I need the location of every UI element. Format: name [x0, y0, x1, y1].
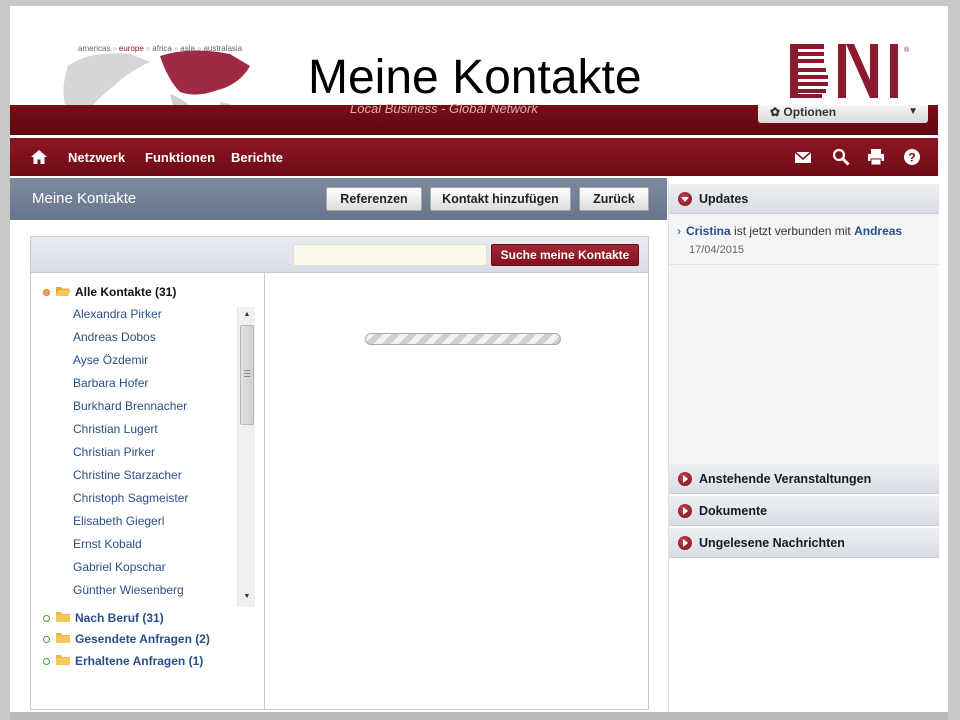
collapse-dot-icon	[43, 289, 50, 297]
updates-title: Updates	[699, 192, 749, 206]
documents-title: Dokumente	[699, 504, 768, 518]
contacts-tree: Alle Kontakte (31) Alexandra Pirker Andr…	[31, 273, 265, 709]
update-from-link[interactable]: Cristina	[686, 224, 731, 238]
expand-icon	[678, 504, 692, 518]
tree-node-label: Nach Beruf (31)	[75, 611, 164, 625]
contacts-panel: Suche meine Kontakte Alle Kontakte (31) …	[30, 236, 649, 710]
continent-links: americas» europe» africa» asia» australasia	[78, 44, 243, 53]
contact-item[interactable]: Barbara Hofer	[73, 376, 148, 390]
update-to-link[interactable]: Andreas	[854, 224, 902, 238]
search-contacts-button[interactable]: Suche meine Kontakte	[491, 244, 639, 266]
contact-item[interactable]: Ayse Özdemir	[73, 353, 148, 367]
site-banner: Local Business - Global Network ✿ Option…	[10, 101, 938, 135]
scroll-thumb[interactable]	[240, 325, 254, 425]
bni-logo: ®	[786, 42, 916, 104]
contact-item[interactable]: Andreas Dobos	[73, 330, 156, 344]
collapse-icon	[678, 192, 692, 206]
contact-item[interactable]: Gabriel Kopschar	[73, 560, 166, 574]
registered-mark: ®	[904, 46, 910, 54]
expand-dot-icon	[43, 615, 50, 623]
slide: americas» europe» africa» asia» australasia …	[10, 6, 948, 714]
scroll-up-icon[interactable]: ▲	[238, 307, 256, 323]
contact-item[interactable]: Elisabeth Giegerl	[73, 514, 164, 528]
unread-messages-title: Ungelesene Nachrichten	[699, 536, 845, 550]
updates-body: › Cristina ist jetzt verbunden mit Andrea…	[669, 214, 939, 464]
nav-berichte[interactable]: Berichte	[231, 150, 283, 165]
contact-item[interactable]: Christine Starzacher	[73, 468, 182, 482]
updates-header[interactable]: Updates	[669, 184, 939, 214]
home-icon[interactable]	[30, 148, 48, 166]
sidebar: Updates › Cristina ist jetzt verbunden mi…	[668, 178, 939, 714]
folder-icon	[55, 611, 71, 626]
help-icon[interactable]: ?	[903, 148, 921, 166]
svg-text:?: ?	[908, 151, 915, 165]
options-button[interactable]: ✿ Optionen ▼	[758, 105, 928, 123]
update-text: ist jetzt verbunden mit	[730, 224, 855, 238]
update-date: 17/04/2015	[689, 244, 745, 256]
contact-item[interactable]: Burkhard Brennacher	[73, 399, 187, 413]
events-title: Anstehende Veranstaltungen	[699, 472, 872, 486]
folder-icon	[55, 654, 71, 669]
slide-shadow	[10, 712, 948, 720]
expand-icon	[678, 472, 692, 486]
add-contact-button[interactable]: Kontakt hinzufügen	[430, 187, 571, 211]
expand-dot-icon	[43, 636, 50, 644]
events-header[interactable]: Anstehende Veranstaltungen	[669, 464, 939, 494]
search-bar: Suche meine Kontakte	[31, 237, 648, 273]
chevron-down-icon: ▼	[908, 106, 918, 117]
tree-node-all-contacts[interactable]: Alle Kontakte (31)	[43, 285, 176, 300]
contact-item[interactable]: Alexandra Pirker	[73, 307, 162, 321]
contact-item[interactable]: Christian Lugert	[73, 422, 158, 436]
documents-header[interactable]: Dokumente	[669, 496, 939, 526]
contact-item[interactable]: Günther Wiesenberg	[73, 583, 184, 597]
continent-americas[interactable]: americas	[78, 44, 110, 53]
slide-title: Meine Kontakte	[308, 51, 642, 104]
contact-search-input[interactable]	[293, 244, 487, 266]
contacts-pane: Meine Kontakte Referenzen Kontakt hinzuf…	[10, 178, 667, 714]
contact-item[interactable]: Christoph Sagmeister	[73, 491, 188, 505]
options-label: Optionen	[783, 105, 837, 119]
nav-funktionen[interactable]: Funktionen	[145, 150, 215, 165]
continent-europe[interactable]: europe	[119, 44, 144, 53]
unread-messages-header[interactable]: Ungelesene Nachrichten	[669, 528, 939, 558]
folder-open-icon	[55, 285, 71, 300]
gear-icon: ✿	[770, 105, 781, 119]
update-item: › Cristina ist jetzt verbunden mit Andrea…	[677, 224, 902, 238]
continent-africa[interactable]: africa	[152, 44, 172, 53]
print-icon[interactable]	[867, 148, 885, 166]
tree-node-received-requests[interactable]: Erhaltene Anfragen (1)	[43, 654, 203, 669]
back-button[interactable]: Zurück	[579, 187, 649, 211]
contact-item[interactable]: Christian Pirker	[73, 445, 155, 459]
contact-list-scrollbar[interactable]: ▲ ▼	[237, 307, 255, 607]
divider	[669, 264, 939, 265]
expand-dot-icon	[43, 658, 50, 666]
search-icon[interactable]	[832, 148, 850, 166]
banner-tagline: Local Business - Global Network	[350, 101, 538, 116]
tree-node-label: Erhaltene Anfragen (1)	[75, 654, 204, 668]
loading-bar	[365, 333, 561, 345]
content-area: Meine Kontakte Referenzen Kontakt hinzuf…	[10, 178, 939, 714]
main-navbar: Netzwerk Funktionen Berichte ?	[10, 138, 938, 176]
expand-icon	[678, 536, 692, 550]
continent-asia[interactable]: asia	[180, 44, 195, 53]
tree-node-by-profession[interactable]: Nach Beruf (31)	[43, 611, 164, 626]
page-header: Meine Kontakte Referenzen Kontakt hinzuf…	[10, 178, 667, 220]
scroll-down-icon[interactable]: ▼	[238, 589, 256, 605]
nav-netzwerk[interactable]: Netzwerk	[68, 150, 125, 165]
referrals-button[interactable]: Referenzen	[326, 187, 422, 211]
tree-node-sent-requests[interactable]: Gesendete Anfragen (2)	[43, 632, 210, 647]
tree-node-label: Gesendete Anfragen (2)	[75, 632, 210, 646]
chevron-right-icon: ›	[677, 224, 681, 238]
mail-icon[interactable]	[794, 148, 812, 166]
tree-node-label: Alle Kontakte (31)	[75, 285, 177, 299]
contact-list: Alexandra Pirker Andreas Dobos Ayse Özde…	[61, 307, 255, 607]
page-title: Meine Kontakte	[32, 190, 137, 207]
folder-icon	[55, 632, 71, 647]
continent-australasia[interactable]: australasia	[203, 44, 242, 53]
contact-item[interactable]: Ernst Kobald	[73, 537, 142, 551]
